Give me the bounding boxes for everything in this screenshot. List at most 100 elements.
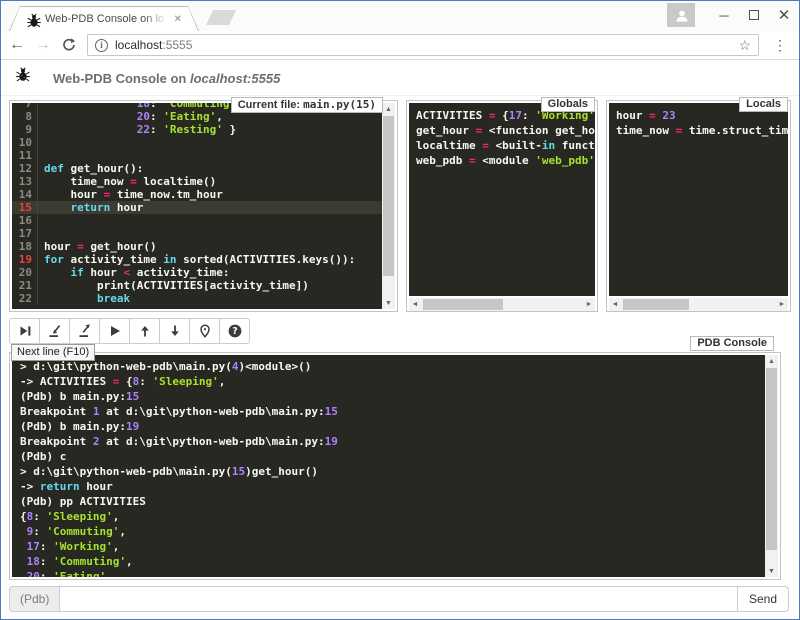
where-button[interactable] <box>189 318 220 344</box>
down-stack-button[interactable] <box>159 318 190 344</box>
line-number: 21 <box>12 279 38 292</box>
scroll-thumb[interactable] <box>623 299 689 310</box>
code-line: 19for activity_time in sorted(ACTIVITIES… <box>12 253 382 266</box>
text-line: 20: 'Eating', <box>20 569 757 577</box>
code-line: 17 <box>12 227 382 240</box>
command-input[interactable] <box>60 586 738 612</box>
text-line: (Pdb) c <box>20 449 757 464</box>
console-lines: > d:\git\python-web-pdb\main.py(4)<modul… <box>12 355 765 577</box>
bookmark-star-icon[interactable]: ☆ <box>738 37 751 54</box>
tab-title: Web-PDB Console on lo <box>45 13 168 25</box>
step-into-button[interactable] <box>39 318 70 344</box>
line-number: 22 <box>12 292 38 305</box>
scroll-thumb[interactable] <box>766 368 777 550</box>
tab-close-icon[interactable]: ✕ <box>174 14 182 25</box>
browser-window: Web-PDB Console on lo ✕ ─ ✕ ← → i localh… <box>0 0 800 620</box>
send-button[interactable]: Send <box>737 586 789 612</box>
text-line: web_pdb = <module 'web_pdb' from ' <box>416 153 588 168</box>
bug-logo-icon <box>15 67 37 89</box>
breakpoint-line-number: 19 <box>12 253 38 266</box>
arrow-down-icon <box>167 323 183 339</box>
pdb-console-label: PDB Console <box>690 336 774 351</box>
locals-label: Locals <box>739 97 788 112</box>
scroll-left-icon[interactable]: ◄ <box>409 298 421 311</box>
line-number: 13 <box>12 175 38 188</box>
pdb-prompt-label: (Pdb) <box>9 586 60 612</box>
refresh-icon[interactable] <box>61 37 77 53</box>
text-line: (Pdb) b main.py:19 <box>20 419 757 434</box>
scroll-down-icon[interactable]: ▼ <box>765 565 778 577</box>
step-into-icon <box>47 323 63 339</box>
code-line: 18hour = get_hour() <box>12 240 382 253</box>
line-number: 18 <box>12 240 38 253</box>
scroll-left-icon[interactable]: ◄ <box>609 298 621 311</box>
locals-panel: Locals hour = 23time_now = time.struct_t… <box>606 100 791 312</box>
text-line: 9: 'Commuting', <box>20 524 757 539</box>
scroll-thumb[interactable] <box>423 299 503 310</box>
text-line: 18: 'Commuting', <box>20 554 757 569</box>
profile-button[interactable] <box>667 3 695 27</box>
code-scrollbar[interactable]: ▲ ▼ <box>382 103 395 309</box>
pdb-console-panel: PDB Console > d:\git\python-web-pdb\main… <box>9 352 781 580</box>
scroll-right-icon[interactable]: ► <box>776 298 788 311</box>
step-out-icon <box>77 323 93 339</box>
location-pin-icon <box>197 323 213 339</box>
scroll-thumb[interactable] <box>383 116 394 276</box>
tab-strip: Web-PDB Console on lo ✕ ─ ✕ <box>1 1 799 31</box>
code-line: 20 if hour < activity_time: <box>12 266 382 279</box>
locals-scrollbar[interactable]: ◄ ► <box>609 298 788 311</box>
address-bar[interactable]: i localhost:5555 ☆ <box>87 34 759 56</box>
browser-tab[interactable]: Web-PDB Console on lo ✕ <box>9 6 199 31</box>
new-tab-button[interactable] <box>206 10 236 25</box>
globals-panel: Globals ACTIVITIES = {17: 'Working', 18:… <box>406 100 598 312</box>
line-number: 7 <box>12 103 38 110</box>
current-file-panel: Current file: main.py(15) 7 18: 'Commuti… <box>9 100 398 312</box>
person-icon <box>674 8 688 22</box>
help-button[interactable]: ? <box>219 318 250 344</box>
line-number: 16 <box>12 214 38 227</box>
code-line: 16 <box>12 214 382 227</box>
web-pdb-page: Web-PDB Console on localhost:5555 Curren… <box>1 60 799 619</box>
text-line: time_now = time.struct_time(tm_yea <box>616 123 781 138</box>
code-line: 14 hour = time_now.tm_hour <box>12 188 382 201</box>
back-icon[interactable]: ← <box>9 37 25 53</box>
globals-lines: ACTIVITIES = {17: 'Working', 18: 'get_ho… <box>409 103 595 296</box>
globals-scrollbar[interactable]: ◄ ► <box>409 298 595 311</box>
console-scrollbar[interactable]: ▲ ▼ <box>765 355 778 577</box>
line-number: 20 <box>12 266 38 279</box>
return-button[interactable] <box>69 318 100 344</box>
continue-button[interactable] <box>99 318 130 344</box>
scroll-down-icon[interactable]: ▼ <box>382 297 395 309</box>
page-header: Web-PDB Console on localhost:5555 <box>1 60 799 96</box>
code-line: 21 print(ACTIVITIES[activity_time]) <box>12 279 382 292</box>
breakpoint-line-number: 15 <box>12 201 38 214</box>
next-line-button[interactable] <box>9 318 40 344</box>
close-button[interactable]: ✕ <box>769 1 799 29</box>
line-number: 10 <box>12 136 38 149</box>
text-line: {8: 'Sleeping', <box>20 509 757 524</box>
page-title: Web-PDB Console on localhost:5555 <box>53 71 280 86</box>
text-line: get_hour = <function get_hour at 0 <box>416 123 588 138</box>
info-icon[interactable]: i <box>95 39 108 52</box>
text-line: 17: 'Working', <box>20 539 757 554</box>
next-line-tooltip: Next line (F10) <box>11 344 95 361</box>
chrome-menu-icon[interactable]: ⋮ <box>769 37 791 54</box>
maximize-button[interactable] <box>739 1 769 29</box>
forward-icon[interactable]: → <box>35 37 51 53</box>
next-line-icon <box>17 323 33 339</box>
up-stack-button[interactable] <box>129 318 160 344</box>
text-line: (Pdb) b main.py:15 <box>20 389 757 404</box>
line-number: 14 <box>12 188 38 201</box>
current-file-label: Current file: main.py(15) <box>231 97 383 113</box>
code-line: 12def get_hour(): <box>12 162 382 175</box>
text-line: -> return hour <box>20 479 757 494</box>
line-number: 9 <box>12 123 38 136</box>
scroll-up-icon[interactable]: ▲ <box>382 103 395 115</box>
code-line: 10 <box>12 136 382 149</box>
minimize-button[interactable]: ─ <box>709 1 739 29</box>
scroll-right-icon[interactable]: ► <box>583 298 595 311</box>
url-text: localhost:5555 <box>115 38 731 52</box>
bug-favicon-icon <box>26 13 39 26</box>
command-input-group: (Pdb) Send <box>9 586 789 612</box>
scroll-up-icon[interactable]: ▲ <box>765 355 778 367</box>
